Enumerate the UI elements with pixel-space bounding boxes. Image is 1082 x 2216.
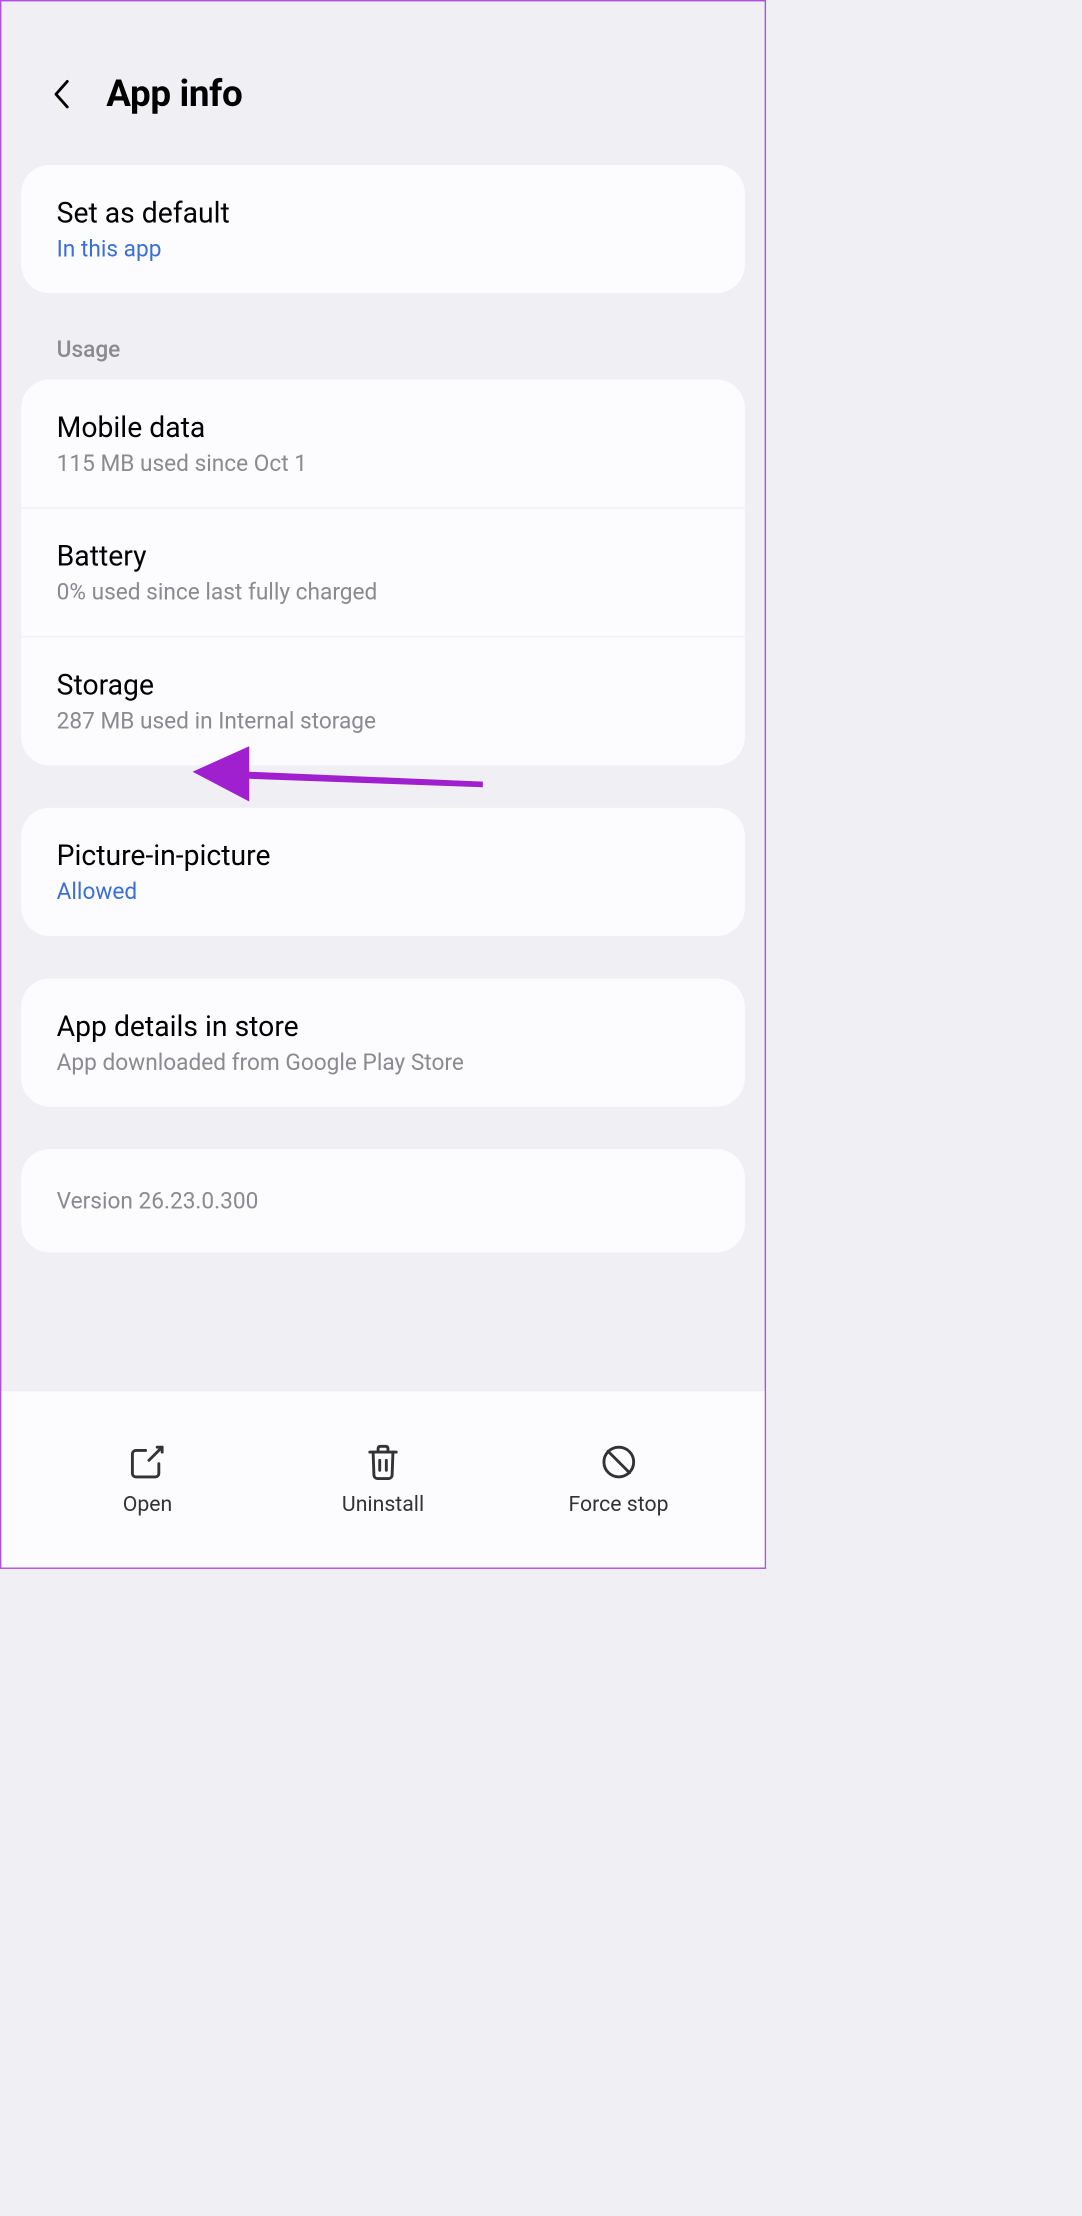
chevron-left-icon [52, 78, 70, 109]
page-title: App info [106, 72, 242, 115]
force-stop-label: Force stop [569, 1492, 669, 1517]
store-card: App details in store App downloaded from… [21, 978, 745, 1106]
usage-card: Mobile data 115 MB used since Oct 1 Batt… [21, 379, 745, 765]
page-header: App info [1, 1, 764, 165]
bottom-action-bar: Open Uninstall Force stop [1, 1391, 764, 1568]
version-text: Version 26.23.0.300 [57, 1187, 710, 1214]
battery-row[interactable]: Battery 0% used since last fully charged [21, 508, 745, 637]
set-default-row[interactable]: Set as default In this app [21, 165, 745, 293]
open-icon [128, 1442, 168, 1482]
uninstall-button[interactable]: Uninstall [284, 1442, 482, 1516]
battery-title: Battery [57, 539, 710, 572]
mobile-data-row[interactable]: Mobile data 115 MB used since Oct 1 [21, 379, 745, 507]
open-label: Open [123, 1492, 173, 1517]
mobile-data-title: Mobile data [57, 411, 710, 444]
pip-row[interactable]: Picture-in-picture Allowed [21, 808, 745, 936]
storage-row[interactable]: Storage 287 MB used in Internal storage [21, 636, 745, 765]
storage-sub: 287 MB used in Internal storage [57, 707, 710, 734]
set-default-sub: In this app [57, 235, 710, 262]
trash-icon [363, 1442, 403, 1482]
set-default-title: Set as default [57, 196, 710, 229]
stop-icon [599, 1442, 639, 1482]
store-row[interactable]: App details in store App downloaded from… [21, 978, 745, 1106]
uninstall-label: Uninstall [342, 1492, 424, 1517]
open-button[interactable]: Open [48, 1442, 246, 1516]
pip-card: Picture-in-picture Allowed [21, 808, 745, 936]
battery-sub: 0% used since last fully charged [57, 578, 710, 605]
usage-section-header: Usage [1, 336, 764, 380]
back-button[interactable] [44, 77, 78, 111]
force-stop-button[interactable]: Force stop [519, 1442, 717, 1516]
pip-title: Picture-in-picture [57, 839, 710, 872]
store-title: App details in store [57, 1010, 710, 1043]
set-default-card: Set as default In this app [21, 165, 745, 293]
storage-title: Storage [57, 668, 710, 701]
store-sub: App downloaded from Google Play Store [57, 1049, 710, 1076]
pip-sub: Allowed [57, 878, 710, 905]
version-card: Version 26.23.0.300 [21, 1149, 745, 1252]
mobile-data-sub: 115 MB used since Oct 1 [57, 450, 710, 477]
